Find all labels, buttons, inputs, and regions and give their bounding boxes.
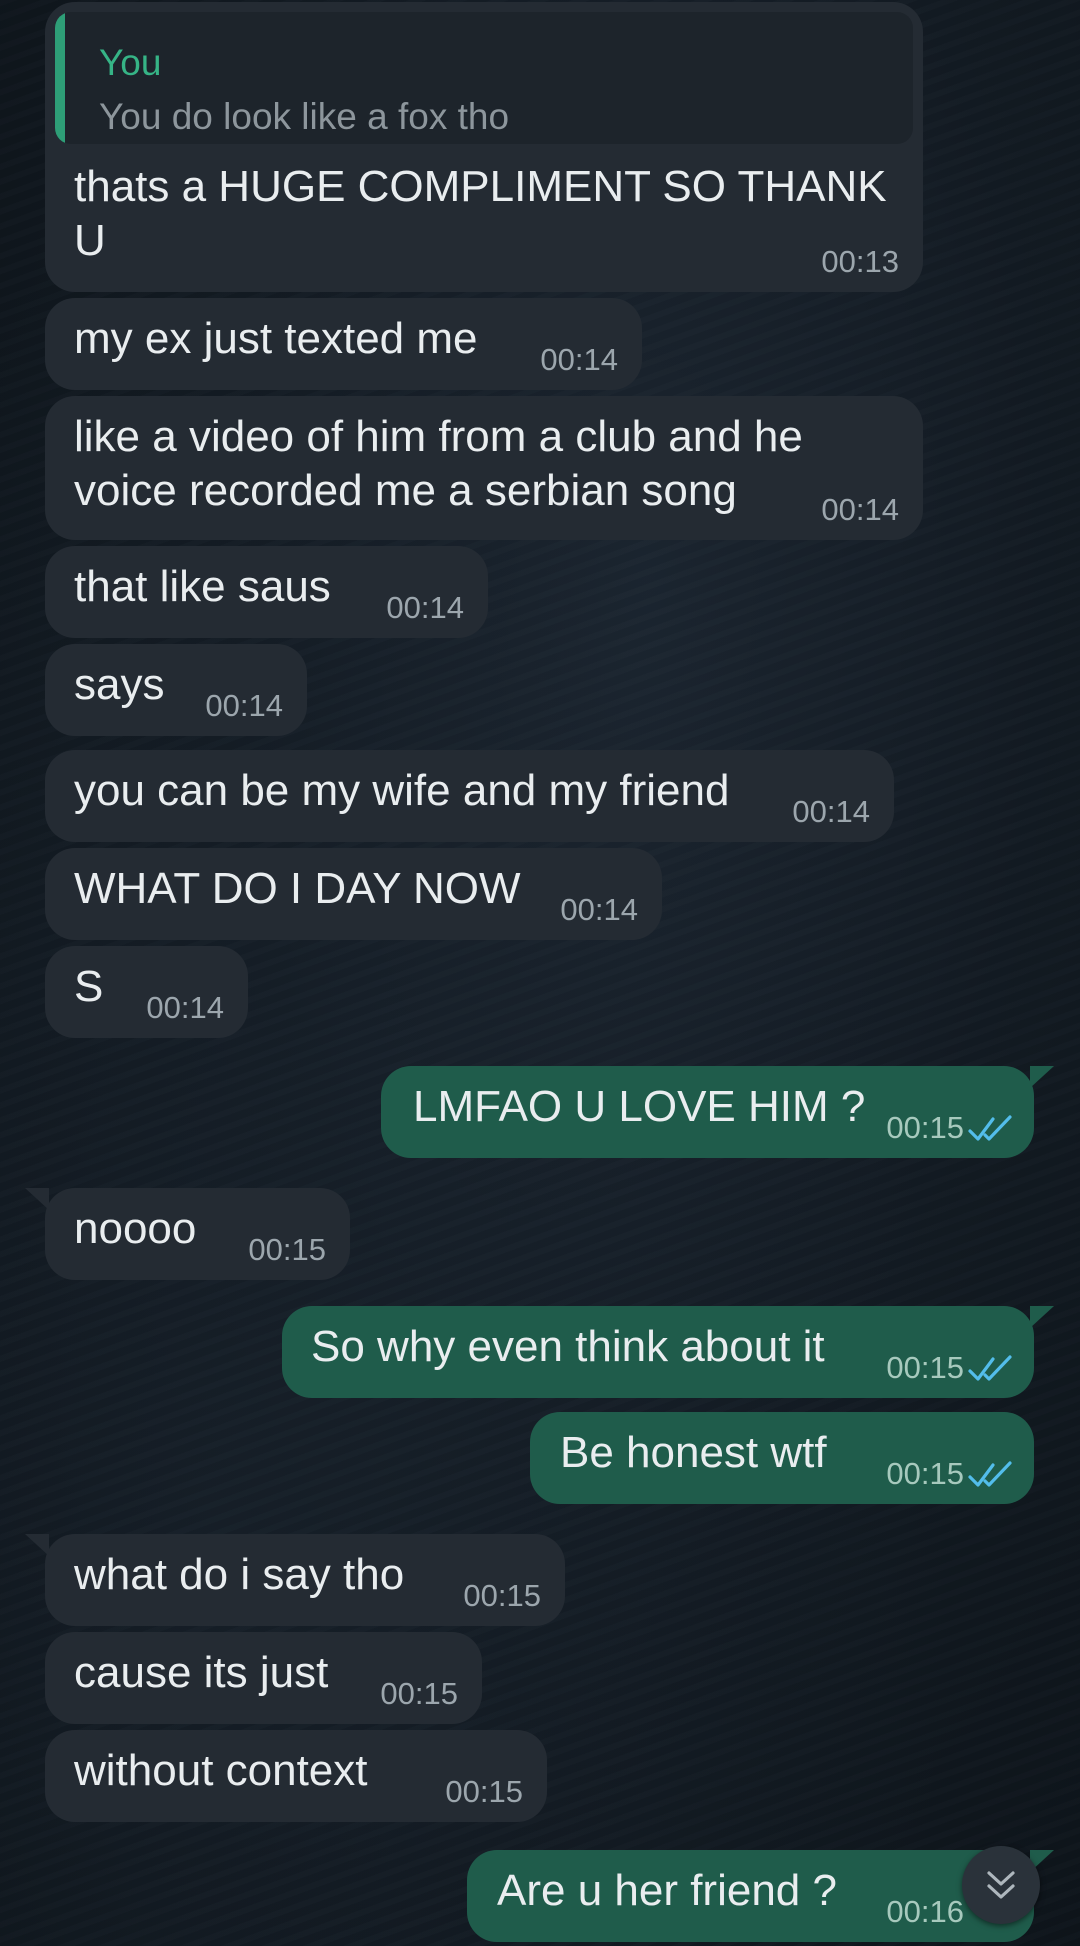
message-bubble[interactable]: WHAT DO I DAY NOW 00:14 xyxy=(45,848,662,940)
reply-quote-author: You xyxy=(99,42,162,83)
message-bubble[interactable]: without context 00:15 xyxy=(45,1730,547,1822)
message-time: 00:14 xyxy=(146,990,224,1025)
message-time: 00:15 xyxy=(886,1110,964,1145)
reply-quote-bar xyxy=(55,12,65,144)
message-time: 00:13 xyxy=(821,244,899,279)
message-bubble[interactable]: that like saus 00:14 xyxy=(45,546,488,638)
message-text: you can be my wife and my friend xyxy=(74,766,730,815)
message-bubble[interactable]: my ex just texted me 00:14 xyxy=(45,298,642,390)
message-time: 00:14 xyxy=(792,794,870,829)
message-time: 00:14 xyxy=(560,892,638,927)
message-text: like a video of him from a club and he v… xyxy=(74,412,803,515)
message-bubble[interactable]: says 00:14 xyxy=(45,644,307,736)
message-bubble[interactable]: like a video of him from a club and he v… xyxy=(45,396,923,540)
message-time: 00:16 xyxy=(886,1894,964,1929)
double-check-read-icon xyxy=(968,1461,1012,1487)
message-time: 00:15 xyxy=(886,1350,964,1385)
message-bubble-outgoing[interactable]: Are u her friend ? 00:16 xyxy=(467,1850,1054,1942)
message-time: 00:15 xyxy=(248,1232,326,1267)
message-time: 00:14 xyxy=(540,342,618,377)
message-bubble[interactable]: what do i say tho 00:15 xyxy=(25,1534,565,1626)
message-time: 00:15 xyxy=(886,1456,964,1491)
message-time: 00:14 xyxy=(386,590,464,625)
message-time: 00:15 xyxy=(445,1774,523,1809)
message-bubble[interactable]: you can be my wife and my friend 00:14 xyxy=(45,750,894,842)
message-text: my ex just texted me xyxy=(74,314,478,363)
message-time: 00:15 xyxy=(380,1676,458,1711)
message-bubble[interactable]: You You do look like a fox tho thats a H… xyxy=(45,2,923,292)
double-check-read-icon xyxy=(968,1115,1012,1141)
message-time: 00:14 xyxy=(821,492,899,527)
message-text: thats a HUGE COMPLIMENT SO THANK U xyxy=(74,162,887,265)
message-bubble-outgoing[interactable]: LMFAO U LOVE HIM ? 00:15 xyxy=(381,1066,1054,1158)
message-time: 00:15 xyxy=(463,1578,541,1613)
message-text: WHAT DO I DAY NOW xyxy=(74,864,521,913)
reply-quote-text: You do look like a fox tho xyxy=(99,96,510,137)
message-bubble-outgoing[interactable]: So why even think about it 00:15 xyxy=(282,1306,1054,1398)
message-bubble[interactable]: noooo 00:15 xyxy=(25,1188,350,1280)
message-bubble-outgoing[interactable]: Be honest wtf 00:15 xyxy=(530,1412,1034,1504)
message-bubble[interactable]: cause its just 00:15 xyxy=(45,1632,482,1724)
scroll-to-bottom-button[interactable] xyxy=(962,1846,1040,1924)
double-check-read-icon xyxy=(968,1355,1012,1381)
double-chevron-down-icon xyxy=(987,1871,1015,1899)
reply-quote[interactable]: You You do look like a fox tho xyxy=(55,12,913,144)
message-time: 00:14 xyxy=(205,688,283,723)
message-bubble[interactable]: S 00:14 xyxy=(45,946,248,1038)
